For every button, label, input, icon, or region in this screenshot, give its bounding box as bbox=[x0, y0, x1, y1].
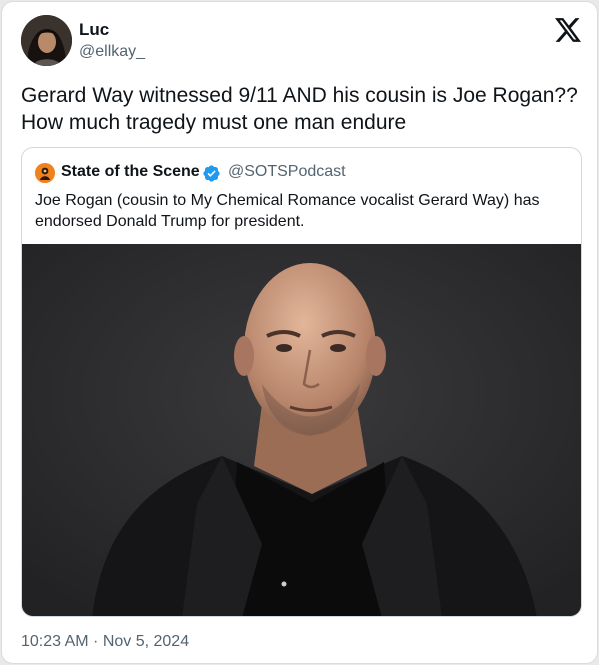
verified-badge-icon bbox=[203, 165, 220, 182]
quoted-author-avatar[interactable] bbox=[35, 163, 55, 183]
quoted-tweet[interactable]: State of the Scene @SOTSPodcast Joe Roga… bbox=[21, 147, 582, 617]
quoted-author-display-name[interactable]: State of the Scene bbox=[61, 163, 200, 181]
author-handle[interactable]: @ellkay_ bbox=[79, 43, 145, 61]
quoted-tweet-photo[interactable] bbox=[22, 244, 581, 616]
author-display-name[interactable]: Luc bbox=[79, 20, 109, 40]
tweet-text: Gerard Way witnessed 9/11 AND his cousin… bbox=[21, 84, 578, 134]
quoted-tweet-text: Joe Rogan (cousin to My Chemical Romance… bbox=[35, 192, 540, 230]
portrait-photo bbox=[22, 244, 581, 616]
quoted-author-handle[interactable]: @SOTSPodcast bbox=[228, 163, 346, 181]
sots-logo-icon bbox=[35, 163, 55, 183]
tweet-timestamp[interactable]: 10:23 AM · Nov 5, 2024 bbox=[21, 633, 189, 651]
profile-photo-icon bbox=[21, 15, 72, 66]
author-avatar[interactable] bbox=[21, 15, 72, 66]
tweet-card: Luc @ellkay_ Gerard Way witnessed 9/11 A… bbox=[1, 1, 598, 664]
x-logo-icon[interactable] bbox=[555, 18, 581, 42]
